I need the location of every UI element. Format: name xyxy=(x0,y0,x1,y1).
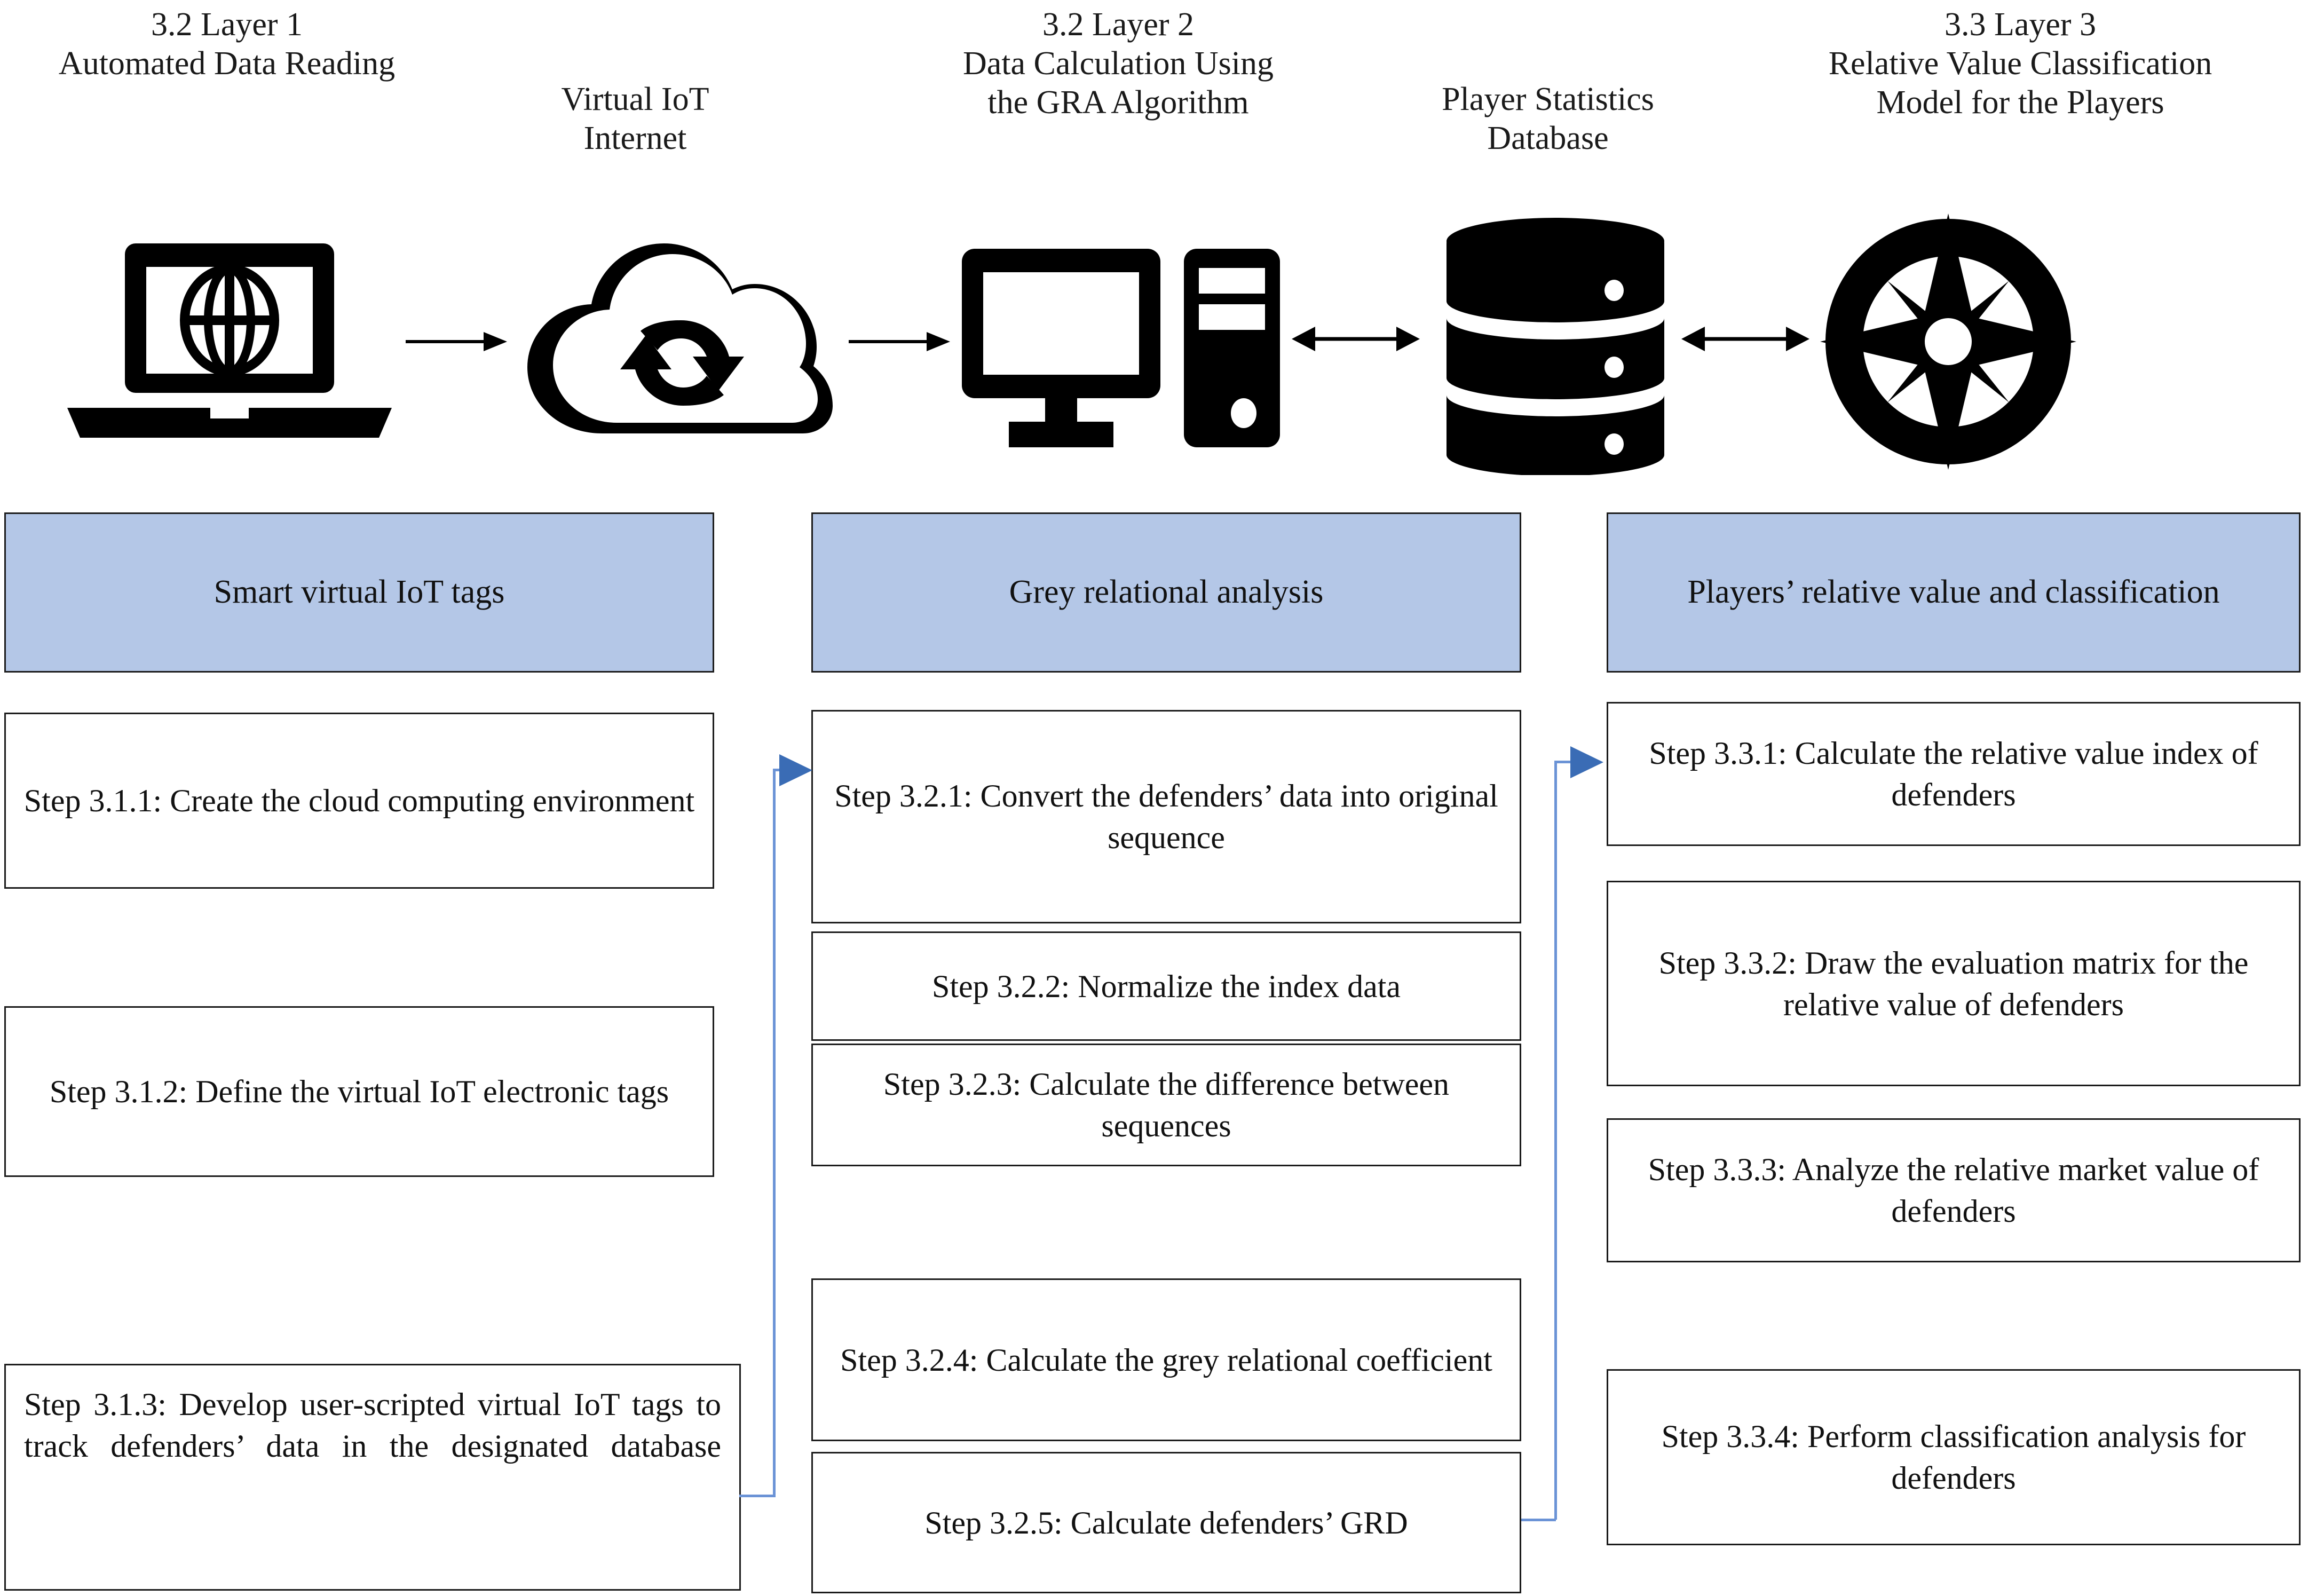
step-box-3-2-5[interactable]: Step 3.2.5: Calculate defenders’ GRD xyxy=(811,1452,1521,1593)
step-box-3-3-2[interactable]: Step 3.3.2: Draw the evaluation matrix f… xyxy=(1607,881,2301,1086)
step-box-3-2-4[interactable]: Step 3.2.4: Calculate the grey relationa… xyxy=(811,1278,1521,1441)
connector-segment-horizontal xyxy=(739,1495,776,1497)
step-box-label: Step 3.1.1: Create the cloud computing e… xyxy=(23,783,695,818)
caption-layer-1-line1: 3.2 Layer 1 xyxy=(151,6,303,43)
step-box-label: Step 3.2.3: Calculate the difference bet… xyxy=(883,1066,1450,1143)
caption-layer-2-line1: 3.2 Layer 2 xyxy=(1042,6,1195,43)
step-box-3-1-3[interactable]: Step 3.1.3: Develop user-scripted virtua… xyxy=(4,1364,741,1591)
connector-segment-vertical xyxy=(1554,761,1557,1520)
column-header-label: Smart virtual IoT tags xyxy=(214,574,505,611)
step-box-3-1-1[interactable]: Step 3.1.1: Create the cloud computing e… xyxy=(4,713,714,889)
caption-layer-2-line2: Data Calculation Using xyxy=(963,45,1274,82)
cloud-sync-icon xyxy=(512,224,843,448)
connector-arrowhead-icon xyxy=(1570,746,1603,778)
caption-layer-3: 3.3 Layer 3 Relative Value Classificatio… xyxy=(1745,5,2295,122)
caption-layer-2: 3.2 Layer 2 Data Calculation Using the G… xyxy=(902,5,1334,122)
step-box-label: Step 3.3.1: Calculate the relative value… xyxy=(1649,736,2258,812)
step-box-3-3-3[interactable]: Step 3.3.3: Analyze the relative market … xyxy=(1607,1118,2301,1262)
caption-layer-3-line2: Relative Value Classification xyxy=(1828,45,2212,82)
arrow-computer-to-database xyxy=(1292,320,1420,358)
step-box-label: Step 3.3.2: Draw the evaluation matrix f… xyxy=(1658,945,2249,1022)
column-header-players-relative-value: Players’ relative value and classificati… xyxy=(1607,512,2301,673)
desktop-computer-icon xyxy=(955,240,1286,448)
caption-layer-3-line3: Model for the Players xyxy=(1876,84,2164,121)
step-box-label: Step 3.3.4: Perform classification analy… xyxy=(1661,1419,2246,1496)
step-box-label: Step 3.2.2: Normalize the index data xyxy=(931,968,1401,1004)
step-box-3-3-4[interactable]: Step 3.3.4: Perform classification analy… xyxy=(1607,1369,2301,1545)
arrow-database-to-compass xyxy=(1681,320,1809,358)
database-icon xyxy=(1436,214,1676,475)
column-header-label: Players’ relative value and classificati… xyxy=(1687,574,2220,611)
step-box-3-2-2[interactable]: Step 3.2.2: Normalize the index data xyxy=(811,931,1521,1041)
caption-layer-1-line2: Automated Data Reading xyxy=(58,45,396,82)
caption-player-db-line1: Player Statistics xyxy=(1442,81,1654,117)
step-box-3-2-3[interactable]: Step 3.2.3: Calculate the difference bet… xyxy=(811,1044,1521,1166)
laptop-globe-icon xyxy=(59,235,400,448)
connector-segment-vertical xyxy=(773,769,776,1496)
caption-player-db-line2: Database xyxy=(1487,120,1609,157)
arrow-cloud-to-computer xyxy=(849,326,950,358)
caption-virtual-iot-internet: Virtual IoT Internet xyxy=(512,80,758,158)
arrow-laptop-to-cloud xyxy=(406,326,507,358)
step-box-label: Step 3.2.4: Calculate the grey relationa… xyxy=(840,1342,1492,1378)
step-box-3-3-1[interactable]: Step 3.3.1: Calculate the relative value… xyxy=(1607,702,2301,846)
step-box-label: Step 3.1.2: Define the virtual IoT elect… xyxy=(49,1074,669,1109)
caption-virtual-iot-line1: Virtual IoT xyxy=(561,81,709,117)
step-box-label: Step 3.1.3: Develop user-scripted virtua… xyxy=(24,1387,721,1464)
column-header-smart-virtual-iot-tags: Smart virtual IoT tags xyxy=(4,512,714,673)
caption-layer-2-line3: the GRA Algorithm xyxy=(987,84,1249,121)
connector-segment-horizontal xyxy=(1521,1519,1556,1521)
column-header-label: Grey relational analysis xyxy=(1009,574,1324,611)
step-box-label: Step 3.3.3: Analyze the relative market … xyxy=(1648,1152,2259,1229)
caption-layer-1: 3.2 Layer 1 Automated Data Reading xyxy=(16,5,438,83)
compass-rose-icon xyxy=(1815,208,2082,475)
column-header-grey-relational-analysis: Grey relational analysis xyxy=(811,512,1521,673)
step-box-3-1-2[interactable]: Step 3.1.2: Define the virtual IoT elect… xyxy=(4,1006,714,1177)
caption-layer-3-line1: 3.3 Layer 3 xyxy=(1944,6,2097,43)
step-box-label: Step 3.2.1: Convert the defenders’ data … xyxy=(834,778,1498,855)
caption-player-statistics-database: Player Statistics Database xyxy=(1372,80,1724,158)
step-box-3-2-1[interactable]: Step 3.2.1: Convert the defenders’ data … xyxy=(811,710,1521,923)
step-box-label: Step 3.2.5: Calculate defenders’ GRD xyxy=(924,1505,1408,1540)
connector-arrowhead-icon xyxy=(779,754,812,786)
caption-virtual-iot-line2: Internet xyxy=(583,120,687,157)
